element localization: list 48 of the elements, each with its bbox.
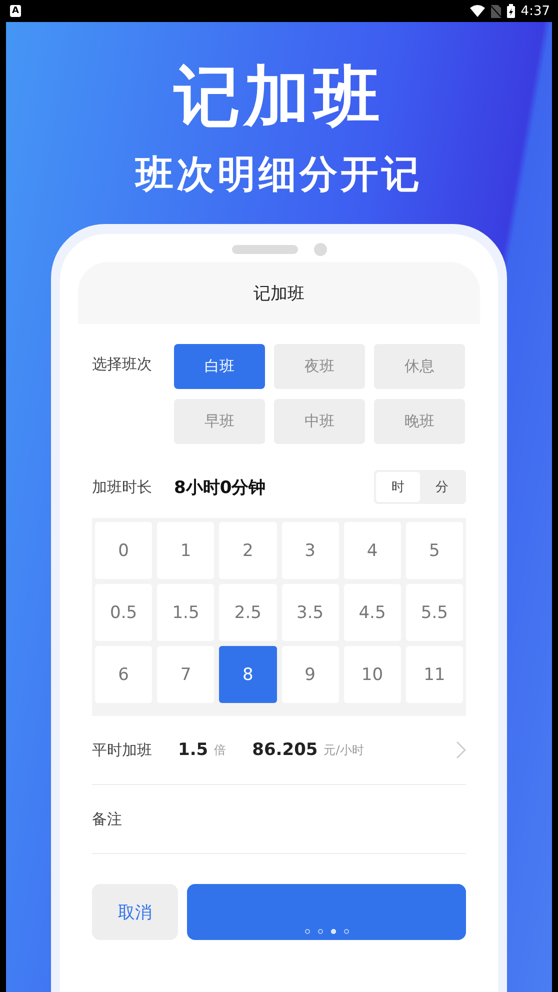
wage-value: 86.205 <box>252 740 318 760</box>
shift-option[interactable]: 夜班 <box>274 344 365 389</box>
shift-option[interactable]: 早班 <box>174 399 265 444</box>
wage-unit: 元/小时 <box>324 742 364 758</box>
battery-charging-icon <box>506 4 515 18</box>
hour-option[interactable]: 11 <box>406 646 463 703</box>
clock-time: 4:37 <box>520 4 550 18</box>
hero-subtitle: 班次明细分开记 <box>136 151 422 198</box>
chevron-right-icon[interactable] <box>456 741 466 759</box>
hour-option[interactable]: 9 <box>282 646 339 703</box>
no-sim-icon <box>490 4 501 18</box>
camera-dot <box>314 242 326 256</box>
hour-option[interactable]: 3.5 <box>282 584 339 641</box>
hour-option[interactable]: 3 <box>282 522 339 579</box>
app-notification-badge: A <box>10 5 21 17</box>
hour-option[interactable]: 1.5 <box>157 584 214 641</box>
wifi-icon <box>470 5 485 17</box>
hero-title: 记加班 <box>174 57 384 137</box>
speaker-slot <box>232 244 298 254</box>
unit-option[interactable]: 时 <box>376 472 420 502</box>
hour-option[interactable]: 5 <box>406 522 463 579</box>
multiplier-value: 1.5 <box>178 740 208 760</box>
cancel-button[interactable]: 取消 <box>92 884 178 940</box>
hour-option[interactable]: 2 <box>219 522 276 579</box>
hour-option[interactable]: 2.5 <box>219 584 276 641</box>
hour-option[interactable]: 8 <box>219 646 276 703</box>
confirm-button[interactable] <box>187 884 466 940</box>
note-label: 备注 <box>92 810 123 828</box>
hour-option[interactable]: 7 <box>157 646 214 703</box>
hour-option[interactable]: 5.5 <box>406 584 463 641</box>
dialog-title: 记加班 <box>78 262 480 324</box>
hour-option[interactable]: 0 <box>95 522 152 579</box>
hour-option[interactable]: 10 <box>344 646 401 703</box>
hour-option[interactable]: 1 <box>157 522 214 579</box>
shift-option[interactable]: 晚班 <box>374 399 465 444</box>
shift-option[interactable]: 中班 <box>274 399 365 444</box>
duration-value: 8小时0分钟 <box>174 476 267 498</box>
rate-label: 平时加班 <box>92 740 153 760</box>
shift-option[interactable]: 休息 <box>374 344 465 389</box>
hour-option[interactable]: 6 <box>95 646 152 703</box>
multiplier-unit: 倍 <box>214 742 226 758</box>
hour-option[interactable]: 4 <box>344 522 401 579</box>
unit-option[interactable]: 分 <box>420 472 464 502</box>
duration-label: 加班时长 <box>92 478 153 496</box>
shift-label: 选择班次 <box>92 354 153 375</box>
shift-option[interactable]: 白班 <box>174 344 265 389</box>
hour-option[interactable]: 4.5 <box>344 584 401 641</box>
hour-option[interactable]: 0.5 <box>95 584 152 641</box>
